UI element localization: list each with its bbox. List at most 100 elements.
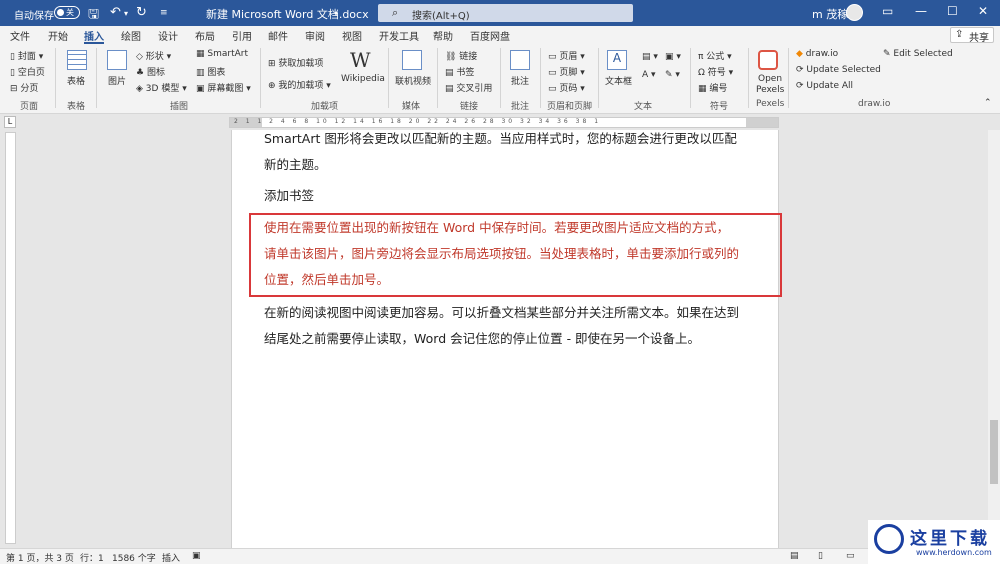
link-button[interactable]: ⛓ 链接	[445, 49, 477, 62]
group-label-illustrations: 插图	[170, 102, 189, 112]
site-watermark: 这里下载 www.herdown.com	[868, 520, 1000, 564]
page-count[interactable]: 第 1 页，共 3 页	[6, 551, 74, 564]
tab-selector[interactable]: L	[4, 116, 16, 128]
text-tools-icon[interactable]: ▤ ▾	[642, 52, 658, 62]
tab-draw[interactable]: 绘图	[121, 28, 141, 43]
cross-reference-button[interactable]: ▤ 交叉引用	[445, 81, 492, 94]
open-pexels-button-line2[interactable]: Pexels	[756, 85, 784, 95]
group-label-pexels: Pexels	[756, 99, 785, 109]
autosave-toggle[interactable]: 关	[54, 6, 80, 19]
customize-icon[interactable]: ≡	[160, 8, 168, 18]
textbox-icon[interactable]: A	[607, 50, 627, 70]
picture-icon[interactable]	[107, 50, 127, 70]
smartart-button[interactable]: ▦ SmartArt	[196, 49, 248, 59]
undo-dropdown-icon[interactable]: ▾	[124, 9, 128, 18]
signature-icon[interactable]: ✎ ▾	[665, 70, 680, 80]
search-input[interactable]: ⌕ 搜索(Alt+Q)	[378, 4, 633, 22]
textbox-button[interactable]: 文本框	[605, 74, 632, 87]
tab-design[interactable]: 设计	[158, 28, 178, 43]
drawio-button[interactable]: ◆ draw.io	[796, 49, 838, 59]
page-number-button[interactable]: ▭ 页码 ▾	[548, 81, 585, 94]
comment-button[interactable]: 批注	[511, 74, 529, 87]
tab-home[interactable]: 开始	[48, 28, 68, 43]
numbering-button[interactable]: ▦ 编号	[698, 81, 727, 94]
paragraph-line: 在新的阅读视图中阅读更加容易。可以折叠文档某些部分并关注所需文本。如果在达到	[264, 305, 740, 320]
undo-icon[interactable]: ↶	[110, 5, 121, 20]
group-label-links: 链接	[460, 102, 479, 112]
ribbon-tabs: 文件 开始 插入 绘图 设计 布局 引用 邮件 审阅 视图 开发工具 帮助 百度…	[0, 26, 1000, 44]
update-all-button[interactable]: ⟳ Update All	[796, 81, 853, 91]
footer-button[interactable]: ▭ 页脚 ▾	[548, 65, 585, 78]
wikipedia-button[interactable]: Wikipedia	[341, 74, 385, 84]
symbol-button[interactable]: Ω 符号 ▾	[698, 65, 733, 78]
blank-page-button[interactable]: ▯ 空白页	[10, 65, 45, 78]
dropcap-icon[interactable]: ▣ ▾	[665, 52, 681, 62]
share-icon: ⇪	[955, 29, 964, 40]
line-number[interactable]: 行：1	[80, 551, 104, 564]
group-label-pages: 页面	[20, 102, 39, 112]
wordart-icon[interactable]: A ▾	[642, 70, 656, 80]
ribbon: ▯ 封面 ▾ ▯ 空白页 ⊟ 分页 页面 表格 表格 图片 ◇ 形状 ▾ ♣ 图…	[0, 44, 1000, 114]
ribbon-options-icon[interactable]: ▭	[882, 4, 893, 18]
tab-layout[interactable]: 布局	[195, 28, 215, 43]
document-title[interactable]: 新建 Microsoft Word 文档.docx	[206, 6, 369, 22]
avatar[interactable]	[846, 4, 863, 21]
get-addins-button[interactable]: ⊞ 获取加载项	[268, 56, 323, 69]
minimize-icon[interactable]: —	[915, 4, 927, 18]
icons-button[interactable]: ♣ 图标	[136, 65, 165, 78]
print-layout-icon[interactable]: ▯	[818, 551, 823, 561]
online-video-button[interactable]: 联机视频	[395, 74, 431, 87]
redo-icon[interactable]: ↻	[136, 5, 147, 20]
table-button[interactable]: 表格	[67, 74, 85, 87]
cover-page-button[interactable]: ▯ 封面 ▾	[10, 49, 43, 62]
tab-review[interactable]: 审阅	[305, 28, 325, 43]
table-icon[interactable]	[67, 50, 87, 70]
paragraph-line: SmartArt 图形将会更改以匹配新的主题。当应用样式时，您的标题会进行更改以…	[264, 131, 737, 146]
maximize-icon[interactable]: ☐	[947, 4, 958, 18]
my-addins-button[interactable]: ⊕ 我的加载项 ▾	[268, 78, 331, 91]
annotation-highlight-box	[249, 213, 782, 297]
tab-baidu[interactable]: 百度网盘	[470, 28, 510, 43]
status-bar: 第 1 页，共 3 页 行：1 1586 个字 插入 ▣ ▤ ▯ ▭	[0, 548, 1000, 564]
vertical-ruler[interactable]	[5, 132, 16, 544]
comment-icon[interactable]	[510, 50, 530, 70]
save-icon[interactable]: 🖫	[88, 5, 99, 27]
shapes-button[interactable]: ◇ 形状 ▾	[136, 49, 171, 62]
tab-insert[interactable]: 插入	[84, 28, 104, 43]
wikipedia-icon[interactable]: W	[350, 48, 371, 72]
watermark-logo-icon	[874, 524, 904, 554]
document-page[interactable]: SmartArt 图形将会更改以匹配新的主题。当应用样式时，您的标题会进行更改以…	[231, 130, 779, 548]
edit-selected-button[interactable]: ✎ Edit Selected	[883, 49, 953, 59]
picture-button[interactable]: 图片	[108, 74, 126, 87]
tab-references[interactable]: 引用	[232, 28, 252, 43]
update-selected-button[interactable]: ⟳ Update Selected	[796, 65, 881, 75]
word-count[interactable]: 1586 个字	[112, 551, 156, 564]
user-name[interactable]: m 茂稼	[812, 6, 848, 22]
collapse-ribbon-icon[interactable]: ⌃	[984, 98, 992, 108]
read-mode-icon[interactable]: ▤	[790, 551, 799, 561]
page-break-button[interactable]: ⊟ 分页	[10, 81, 38, 94]
chart-button[interactable]: ▥ 图表	[196, 65, 225, 78]
screenshot-button[interactable]: ▣ 屏幕截图 ▾	[196, 81, 251, 94]
tab-mailings[interactable]: 邮件	[268, 28, 288, 43]
web-layout-icon[interactable]: ▭	[846, 551, 855, 561]
tab-view[interactable]: 视图	[342, 28, 362, 43]
tab-help[interactable]: 帮助	[433, 28, 453, 43]
equation-button[interactable]: π 公式 ▾	[698, 49, 732, 62]
vertical-scrollbar[interactable]	[988, 130, 1000, 548]
header-button[interactable]: ▭ 页眉 ▾	[548, 49, 585, 62]
scrollbar-thumb[interactable]	[990, 420, 998, 484]
group-label-header-footer: 页眉和页脚	[547, 102, 593, 112]
macro-icon[interactable]: ▣	[192, 551, 201, 561]
title-dropdown-icon[interactable]: ▾	[334, 9, 338, 18]
pexels-icon[interactable]	[758, 50, 778, 70]
share-button[interactable]: ⇪ 共享	[950, 27, 994, 44]
tab-file[interactable]: 文件	[10, 28, 30, 43]
online-video-icon[interactable]	[402, 50, 422, 70]
bookmark-button[interactable]: ▤ 书签	[445, 65, 474, 78]
3d-models-button[interactable]: ◈ 3D 模型 ▾	[136, 81, 187, 94]
open-pexels-button[interactable]: Open	[758, 74, 782, 84]
close-icon[interactable]: ✕	[978, 4, 988, 18]
tab-developer[interactable]: 开发工具	[379, 28, 419, 43]
insert-mode[interactable]: 插入	[162, 551, 180, 564]
